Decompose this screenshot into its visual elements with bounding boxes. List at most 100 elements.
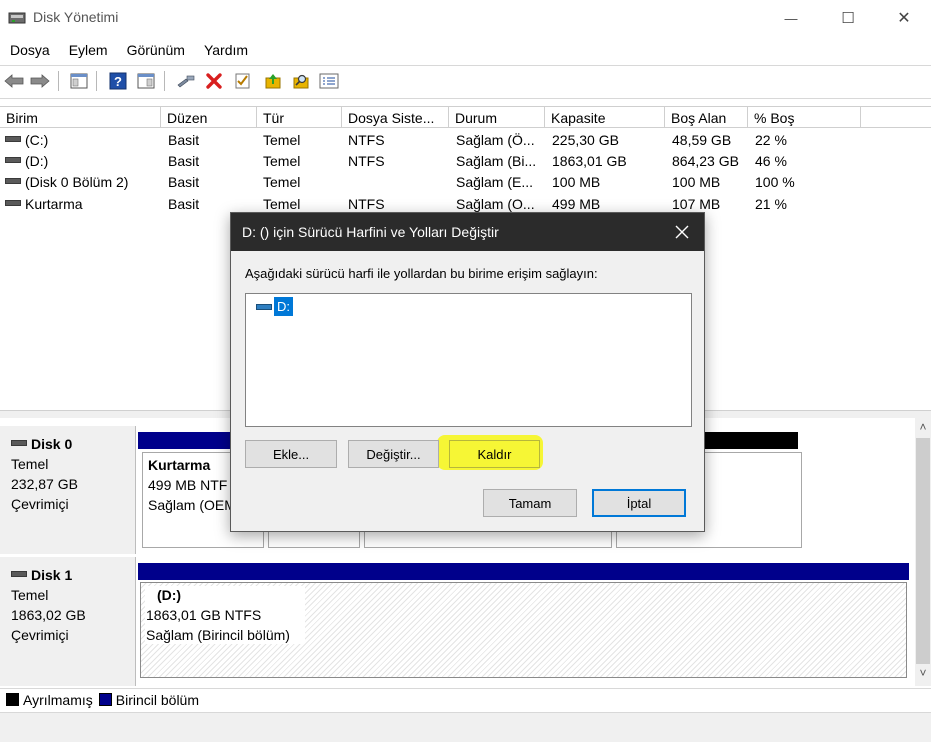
svg-text:?: ? xyxy=(114,74,122,89)
volume-name-cell: Kurtarma xyxy=(5,196,83,212)
scroll-up-icon[interactable]: ˄ xyxy=(915,420,931,434)
close-button[interactable]: ✕ xyxy=(876,0,931,36)
free-space-cell: 864,23 GB xyxy=(672,153,739,169)
table-row[interactable]: (D:) Basit Temel NTFS Sağlam (Bi... 1863… xyxy=(0,151,931,172)
percent-free-cell: 46 % xyxy=(755,153,787,169)
column-header-birim[interactable]: Birim xyxy=(0,106,161,128)
toolbar-separator-line xyxy=(0,98,931,99)
toolbar-separator xyxy=(96,71,97,91)
disk-0-label[interactable]: Disk 0 Temel 232,87 GB Çevrimiçi xyxy=(0,426,136,554)
add-button[interactable]: Ekle... xyxy=(245,440,337,468)
volume-list-header: Birim Düzen Tür Dosya Siste... Durum Kap… xyxy=(0,106,931,128)
partition-name: (D:) xyxy=(157,587,182,603)
disk-icon xyxy=(11,571,27,578)
connect-button[interactable] xyxy=(175,70,197,92)
legend: Ayrılmamış Birincil bölüm xyxy=(0,688,931,710)
console-tree-button[interactable] xyxy=(68,70,90,92)
column-header-bos-alan[interactable]: Boş Alan xyxy=(665,106,748,128)
menu-bar: Dosya Eylem Görünüm Yardım xyxy=(0,40,257,62)
check-button[interactable] xyxy=(232,70,254,92)
folder-up-icon xyxy=(265,74,281,89)
disk-1-type: Temel xyxy=(11,587,49,603)
check-icon xyxy=(235,73,250,89)
toolbar-separator xyxy=(164,71,165,91)
column-header-durum[interactable]: Durum xyxy=(449,106,545,128)
vertical-scrollbar[interactable]: ˄ ˅ xyxy=(915,418,931,686)
capacity-cell: 499 MB xyxy=(552,196,601,212)
type-cell: Temel xyxy=(263,153,301,169)
menu-yardim[interactable]: Yardım xyxy=(194,40,257,62)
drive-path-list[interactable]: D: xyxy=(245,293,692,427)
free-space-cell: 48,59 GB xyxy=(672,132,732,148)
type-cell: Temel xyxy=(263,174,301,190)
layout-cell: Basit xyxy=(168,174,200,190)
back-button[interactable] xyxy=(3,70,25,92)
legend-label-primary: Birincil bölüm xyxy=(115,691,199,708)
ok-button[interactable]: Tamam xyxy=(483,489,577,517)
volume-icon xyxy=(5,136,21,143)
disk-0-title: Disk 0 xyxy=(11,434,135,454)
dialog-prompt: Aşağıdaki sürücü harfi ile yollardan bu … xyxy=(245,266,598,281)
delete-button[interactable] xyxy=(203,70,225,92)
column-header-yuzde-bos[interactable]: % Boş xyxy=(748,106,861,128)
type-cell: Temel xyxy=(263,196,301,212)
partition-d[interactable]: (D:) 1863,01 GB NTFS Sağlam (Birincil bö… xyxy=(140,582,907,678)
minimize-icon: — xyxy=(784,10,798,26)
minimize-button[interactable]: — xyxy=(763,0,819,36)
close-icon: ✕ xyxy=(897,10,911,27)
folder-up-button[interactable] xyxy=(262,70,284,92)
menu-dosya[interactable]: Dosya xyxy=(0,40,59,62)
forward-arrow-icon xyxy=(30,74,50,88)
menu-gorunum[interactable]: Görünüm xyxy=(117,40,194,62)
cancel-button[interactable]: İptal xyxy=(592,489,686,517)
change-button[interactable]: Değiştir... xyxy=(348,440,439,468)
console-tree-icon xyxy=(70,73,88,89)
column-header-dosya-sistemi[interactable]: Dosya Siste... xyxy=(342,106,449,128)
disk-management-icon xyxy=(8,12,26,24)
table-row[interactable]: (Disk 0 Bölüm 2) Basit Temel Sağlam (E..… xyxy=(0,172,931,193)
list-item[interactable]: D: xyxy=(256,297,293,316)
scroll-thumb[interactable] xyxy=(916,438,930,664)
connect-icon xyxy=(177,75,195,88)
volume-icon xyxy=(5,200,21,207)
column-header-kapasite[interactable]: Kapasite xyxy=(545,106,665,128)
legend-swatch-unallocated xyxy=(6,693,19,706)
status-bar xyxy=(0,712,931,742)
disk-0-status: Çevrimiçi xyxy=(11,496,69,512)
filesystem-cell: NTFS xyxy=(348,153,385,169)
status-cell: Sağlam (Ö... xyxy=(456,132,535,148)
dialog-close-icon[interactable] xyxy=(672,222,692,242)
drive-letter-entry: D: xyxy=(274,297,293,316)
table-row[interactable]: (C:) Basit Temel NTFS Sağlam (Ö... 225,3… xyxy=(0,130,931,151)
delete-icon xyxy=(206,73,222,89)
window-title: Disk Yönetimi xyxy=(33,9,119,25)
disk-1-status: Çevrimiçi xyxy=(11,627,69,643)
percent-free-cell: 22 % xyxy=(755,132,787,148)
volume-name-cell: (C:) xyxy=(5,132,48,148)
capacity-cell: 1863,01 GB xyxy=(552,153,627,169)
column-header-tur[interactable]: Tür xyxy=(257,106,342,128)
capacity-cell: 225,30 GB xyxy=(552,132,619,148)
search-folder-button[interactable] xyxy=(290,70,312,92)
layout-cell: Basit xyxy=(168,153,200,169)
partition-status: Sağlam (Birincil bölüm) xyxy=(146,627,290,643)
legend-swatch-primary xyxy=(98,693,112,706)
volume-name-cell: (D:) xyxy=(5,153,48,169)
capacity-cell: 100 MB xyxy=(552,174,601,190)
forward-button[interactable] xyxy=(29,70,51,92)
list-button[interactable] xyxy=(318,70,340,92)
free-space-cell: 107 MB xyxy=(672,196,721,212)
disk-icon xyxy=(11,440,27,447)
column-header-duzen[interactable]: Düzen xyxy=(161,106,257,128)
disk-1-partition-bar xyxy=(138,563,909,580)
disk-1-label[interactable]: Disk 1 Temel 1863,02 GB Çevrimiçi xyxy=(0,557,136,686)
remove-button[interactable]: Kaldır xyxy=(449,440,540,468)
search-folder-icon xyxy=(293,74,309,89)
scroll-down-icon[interactable]: ˅ xyxy=(915,666,931,680)
title-bar: Disk Yönetimi — ☐ ✕ xyxy=(0,0,931,36)
menu-eylem[interactable]: Eylem xyxy=(59,40,117,62)
help-button[interactable]: ? xyxy=(107,70,129,92)
status-cell: Sağlam (E... xyxy=(456,174,534,190)
maximize-button[interactable]: ☐ xyxy=(820,0,876,36)
properties-button[interactable] xyxy=(135,70,157,92)
